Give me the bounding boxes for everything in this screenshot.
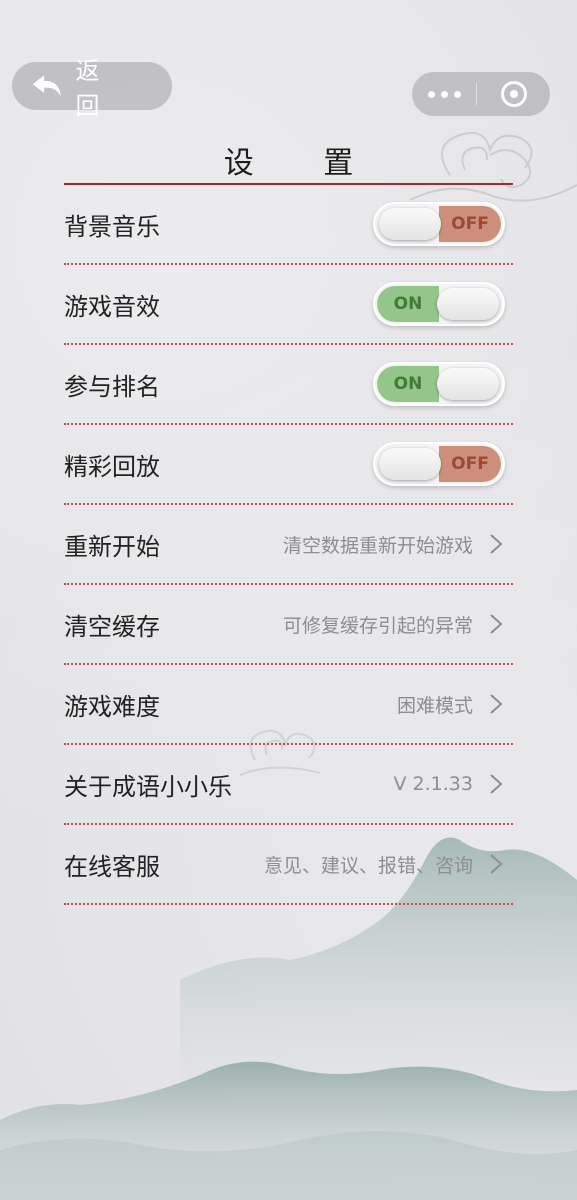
toggle-state-label: ON bbox=[377, 286, 439, 322]
setting-label: 背景音乐 bbox=[64, 212, 160, 241]
setting-about[interactable]: 关于成语小小乐 V 2.1.33 bbox=[64, 745, 513, 825]
chevron-right-icon bbox=[490, 854, 503, 874]
setting-label: 精彩回放 bbox=[64, 452, 160, 481]
setting-restart[interactable]: 重新开始 清空数据重新开始游戏 bbox=[64, 505, 513, 585]
chevron-right-icon bbox=[490, 614, 503, 634]
setting-ranking: 参与排名 ON bbox=[64, 345, 513, 425]
setting-value: 可修复缓存引起的异常 bbox=[282, 614, 473, 637]
toggle-knob bbox=[379, 208, 441, 240]
setting-clear-cache[interactable]: 清空缓存 可修复缓存引起的异常 bbox=[64, 585, 513, 665]
setting-value: 困难模式 bbox=[396, 694, 473, 717]
page-title: 设 置 bbox=[223, 146, 384, 181]
toggle-knob bbox=[437, 288, 499, 320]
toggle-state-label: OFF bbox=[439, 206, 501, 242]
sound-effects-toggle[interactable]: ON bbox=[373, 282, 505, 326]
setting-label: 关于成语小小乐 bbox=[64, 772, 232, 801]
toggle-knob bbox=[379, 448, 441, 480]
setting-label: 清空缓存 bbox=[64, 612, 160, 641]
chevron-right-icon bbox=[490, 694, 503, 714]
setting-value: V 2.1.33 bbox=[393, 773, 473, 795]
setting-customer-service[interactable]: 在线客服 意见、建议、报错、咨询 bbox=[64, 825, 513, 905]
settings-list: 背景音乐 OFF 游戏音效 ON 参与排名 ON 精彩回放 OFF 重新开始 清… bbox=[64, 185, 513, 905]
setting-sound-effects: 游戏音效 ON bbox=[64, 265, 513, 345]
close-button[interactable] bbox=[477, 81, 550, 107]
back-label: 返 回 bbox=[75, 57, 118, 120]
close-icon bbox=[500, 81, 527, 107]
setting-label: 在线客服 bbox=[64, 852, 160, 881]
more-icon[interactable] bbox=[412, 90, 476, 98]
ranking-toggle[interactable]: ON bbox=[373, 362, 505, 406]
setting-background-music: 背景音乐 OFF bbox=[64, 185, 513, 265]
back-arrow-icon bbox=[32, 75, 61, 97]
setting-label: 游戏音效 bbox=[64, 292, 160, 321]
setting-value: 清空数据重新开始游戏 bbox=[282, 534, 473, 557]
toggle-state-label: ON bbox=[377, 366, 439, 402]
setting-value: 意见、建议、报错、咨询 bbox=[263, 854, 473, 877]
chevron-right-icon bbox=[490, 774, 503, 794]
background-music-toggle[interactable]: OFF bbox=[373, 202, 505, 246]
miniprogram-capsule bbox=[412, 72, 550, 116]
toggle-knob bbox=[437, 368, 499, 400]
setting-replay: 精彩回放 OFF bbox=[64, 425, 513, 505]
back-button[interactable]: 返 回 bbox=[12, 57, 172, 120]
toggle-state-label: OFF bbox=[439, 446, 501, 482]
setting-label: 参与排名 bbox=[64, 372, 160, 401]
setting-label: 重新开始 bbox=[64, 532, 160, 561]
setting-label: 游戏难度 bbox=[64, 692, 160, 721]
replay-toggle[interactable]: OFF bbox=[373, 442, 505, 486]
chevron-right-icon bbox=[490, 534, 503, 554]
setting-difficulty[interactable]: 游戏难度 困难模式 bbox=[64, 665, 513, 745]
